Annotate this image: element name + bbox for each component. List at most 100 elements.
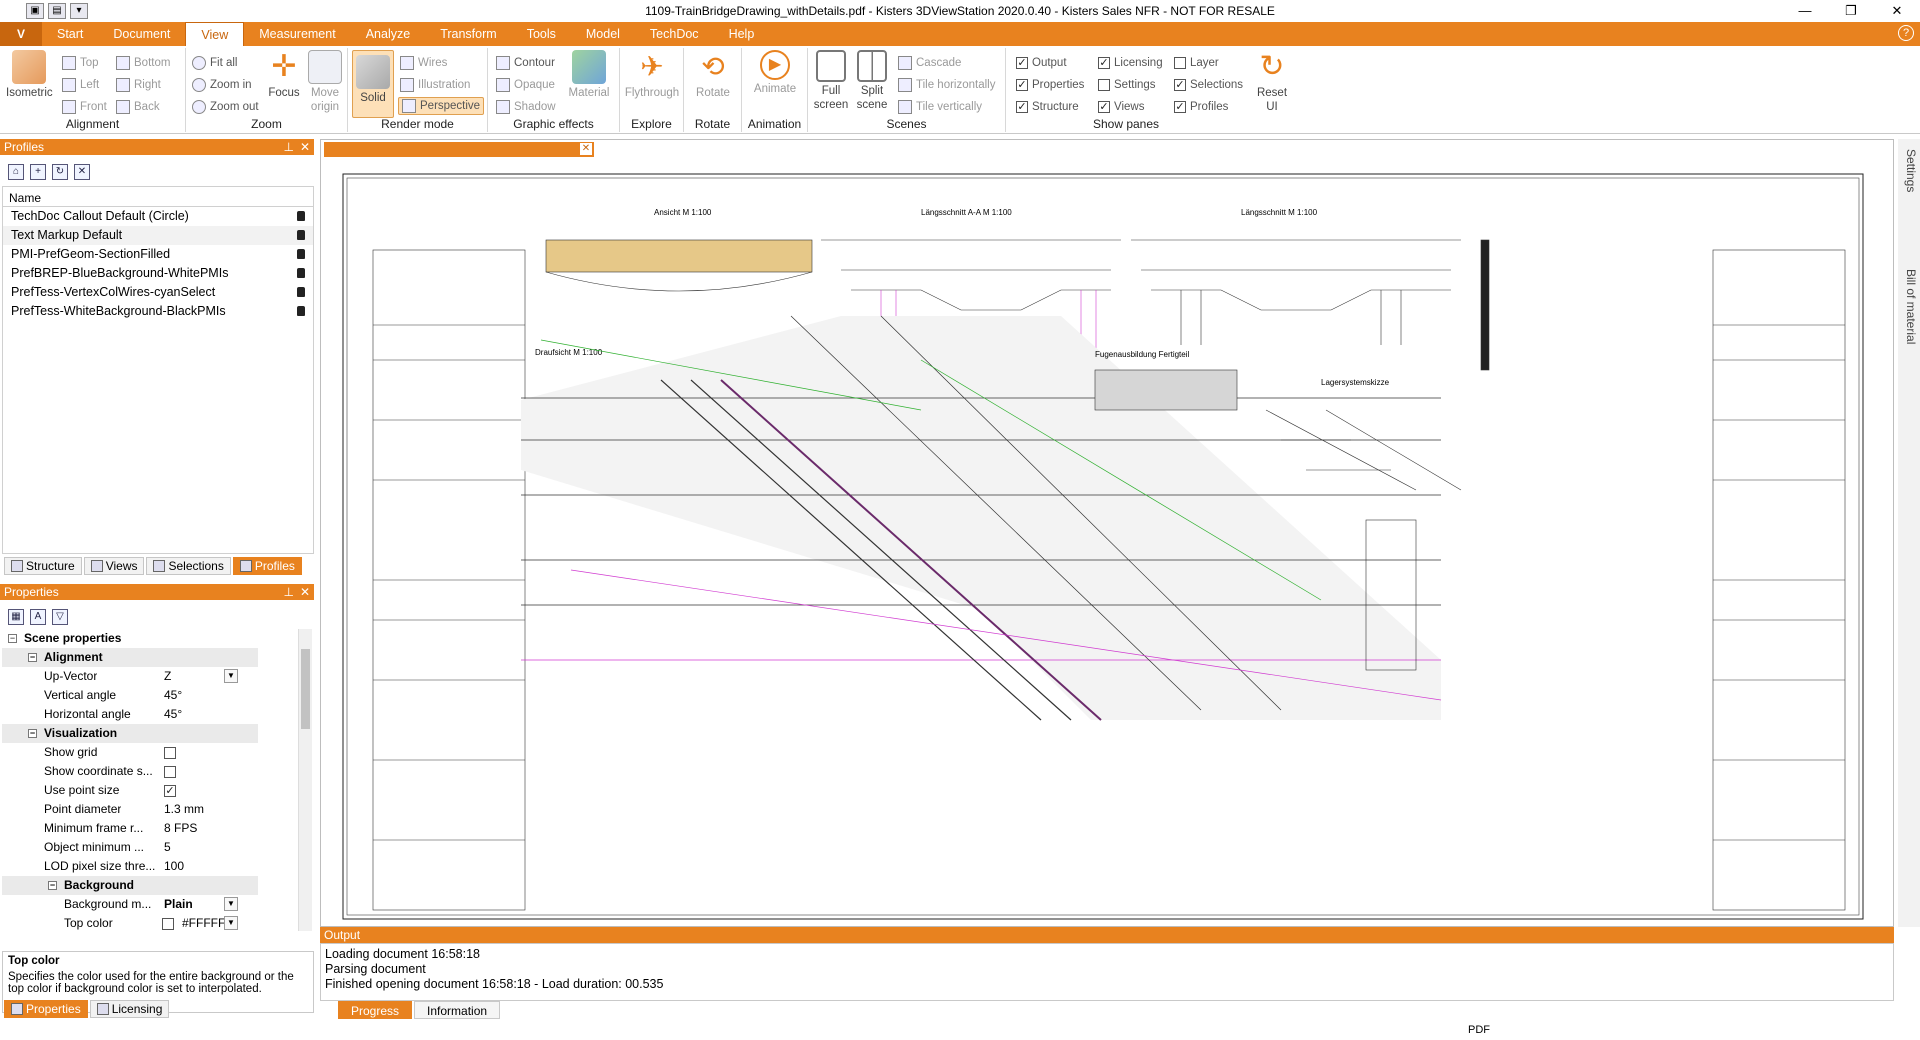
background-mode-row[interactable]: Background m... Plain ▼ <box>2 895 258 914</box>
list-item[interactable]: PrefTess-VertexColWires-cyanSelect <box>3 283 313 302</box>
zoom-in-button[interactable]: Zoom in <box>192 76 252 94</box>
tab-analyze[interactable]: Analyze <box>351 22 425 46</box>
tab-view[interactable]: View <box>185 22 245 46</box>
show-coordinate-checkbox[interactable] <box>164 766 176 778</box>
illustration-button[interactable]: Illustration <box>400 76 470 94</box>
profiles-checkbox[interactable]: ✓ Profiles <box>1174 98 1228 116</box>
close-button[interactable]: ✕ <box>1874 0 1920 22</box>
list-item[interactable]: PrefBREP-BlueBackground-WhitePMIs <box>3 264 313 283</box>
front-view-button[interactable]: Front <box>62 98 107 116</box>
scrollbar-thumb[interactable] <box>301 649 310 729</box>
min-frame-rate-row[interactable]: Minimum frame r... 8 FPS <box>2 819 258 838</box>
collapse-icon[interactable]: − <box>28 729 37 738</box>
tab-views[interactable]: Views <box>83 557 145 575</box>
show-grid-row[interactable]: Show grid <box>2 743 258 762</box>
refresh-icon[interactable]: ↻ <box>52 164 68 180</box>
rotate-button[interactable]: ⟲ Rotate <box>690 50 736 114</box>
zoom-out-button[interactable]: Zoom out <box>192 98 259 116</box>
collapse-icon[interactable]: − <box>8 634 17 643</box>
home-icon[interactable]: ⌂ <box>8 164 24 180</box>
list-item[interactable]: PrefTess-WhiteBackground-BlackPMIs <box>3 302 313 321</box>
categorized-icon[interactable]: ▦ <box>8 609 24 625</box>
tab-properties[interactable]: Properties <box>4 1000 88 1018</box>
object-minimum-row[interactable]: Object minimum ... 5 <box>2 838 258 857</box>
lod-pixel-size-row[interactable]: LOD pixel size thre... 100 <box>2 857 258 876</box>
list-item[interactable]: TechDoc Callout Default (Circle) <box>3 207 313 226</box>
tab-start[interactable]: Start <box>42 22 98 46</box>
pin-icon[interactable]: ⊥ <box>284 584 294 600</box>
open-icon[interactable]: ▤ <box>48 3 66 19</box>
top-view-button[interactable]: Top <box>62 54 99 72</box>
up-vector-row[interactable]: Up-Vector Z ▼ <box>2 667 258 686</box>
add-icon[interactable]: + <box>30 164 46 180</box>
licensing-checkbox[interactable]: ✓ Licensing <box>1098 54 1163 72</box>
move-origin-button[interactable]: Move origin <box>304 50 346 114</box>
horizontal-angle-row[interactable]: Horizontal angle 45° <box>2 705 258 724</box>
bottom-view-button[interactable]: Bottom <box>116 54 170 72</box>
close-icon[interactable]: ✕ <box>300 139 310 155</box>
collapse-icon[interactable]: − <box>48 881 57 890</box>
tab-document[interactable]: Document <box>98 22 185 46</box>
tab-settings-side[interactable]: Settings <box>1900 149 1918 192</box>
document-tab[interactable]: ✕ <box>324 142 594 157</box>
drawing-canvas[interactable]: Ansicht M 1:100 Längsschnitt A-A M 1:100… <box>321 140 1893 926</box>
close-icon[interactable]: ✕ <box>300 584 310 600</box>
alignment-category[interactable]: − Alignment <box>2 648 258 667</box>
minimize-button[interactable]: — <box>1782 0 1828 22</box>
material-button[interactable]: Material <box>564 50 614 114</box>
structure-checkbox[interactable]: ✓ Structure <box>1016 98 1079 116</box>
point-diameter-row[interactable]: Point diameter 1.3 mm <box>2 800 258 819</box>
properties-checkbox[interactable]: ✓ Properties <box>1016 76 1084 94</box>
fit-all-button[interactable]: Fit all <box>192 54 237 72</box>
tab-profiles[interactable]: Profiles <box>232 557 302 575</box>
perspective-button[interactable]: Perspective <box>398 97 485 115</box>
back-view-button[interactable]: Back <box>116 98 160 116</box>
top-color-row[interactable]: Top color #FFFFFF ▼ <box>2 914 258 931</box>
properties-scrollbar[interactable] <box>298 629 312 931</box>
wires-button[interactable]: Wires <box>400 54 447 72</box>
tab-tools[interactable]: Tools <box>512 22 571 46</box>
views-checkbox[interactable]: ✓ Views <box>1098 98 1144 116</box>
tab-structure[interactable]: Structure <box>4 557 82 575</box>
help-icon[interactable]: ? <box>1898 25 1914 41</box>
tab-progress[interactable]: Progress <box>338 1001 413 1019</box>
tab-help[interactable]: Help <box>714 22 770 46</box>
vertical-angle-row[interactable]: Vertical angle 45° <box>2 686 258 705</box>
tab-licensing[interactable]: Licensing <box>89 1000 170 1018</box>
save-icon[interactable]: ▣ <box>26 3 44 19</box>
cascade-button[interactable]: Cascade <box>898 54 961 72</box>
tab-techdoc[interactable]: TechDoc <box>635 22 714 46</box>
shadow-button[interactable]: Shadow <box>496 98 556 116</box>
tab-measurement[interactable]: Measurement <box>244 22 350 46</box>
layer-checkbox[interactable]: Layer <box>1174 54 1219 72</box>
show-coordinate-row[interactable]: Show coordinate s... <box>2 762 258 781</box>
tab-selections[interactable]: Selections <box>146 557 231 575</box>
tab-bill-of-material[interactable]: Bill of material <box>1900 269 1918 344</box>
contour-button[interactable]: Contour <box>496 54 555 72</box>
list-item[interactable]: PMI-PrefGeom-SectionFilled <box>3 245 313 264</box>
right-view-button[interactable]: Right <box>116 76 161 94</box>
solid-button[interactable]: Solid <box>352 50 394 118</box>
tab-information[interactable]: Information <box>414 1001 501 1019</box>
maximize-button[interactable]: ❐ <box>1828 0 1874 22</box>
app-menu-button[interactable]: V <box>0 22 42 46</box>
delete-icon[interactable]: ✕ <box>74 164 90 180</box>
tile-horizontally-button[interactable]: Tile horizontally <box>898 76 995 94</box>
full-screen-button[interactable]: Full screen <box>812 50 850 114</box>
flythrough-button[interactable]: ✈ Flythrough <box>622 50 682 114</box>
filter-icon[interactable]: ▽ <box>52 609 68 625</box>
show-grid-checkbox[interactable] <box>164 747 176 759</box>
scene-properties-row[interactable]: − Scene properties <box>2 629 258 648</box>
alphabetical-icon[interactable]: A <box>30 609 46 625</box>
tab-transform[interactable]: Transform <box>425 22 512 46</box>
collapse-icon[interactable]: − <box>28 653 37 662</box>
list-item[interactable]: Text Markup Default <box>3 226 313 245</box>
customize-icon[interactable]: ▾ <box>70 3 88 19</box>
close-tab-icon[interactable]: ✕ <box>580 143 592 155</box>
left-view-button[interactable]: Left <box>62 76 99 94</box>
chevron-down-icon[interactable]: ▼ <box>224 669 238 683</box>
opaque-button[interactable]: Opaque <box>496 76 555 94</box>
background-category[interactable]: − Background <box>2 876 258 895</box>
visualization-category[interactable]: − Visualization <box>2 724 258 743</box>
focus-button[interactable]: ✛ Focus <box>266 50 302 114</box>
